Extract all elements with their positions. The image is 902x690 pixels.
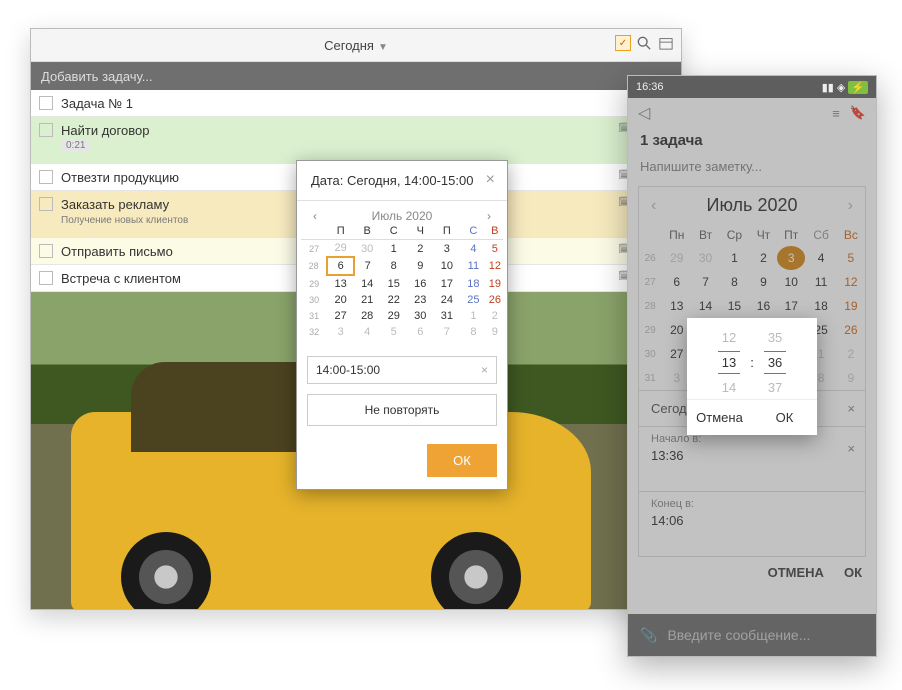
calendar-grid[interactable]: ПВСЧПСВ272930123452867891011122913141516… <box>301 223 503 340</box>
calendar-day[interactable]: 22 <box>380 292 407 308</box>
minute-wheel[interactable]: 353637 <box>764 330 786 395</box>
calendar-day[interactable]: 29 <box>380 308 407 324</box>
calendar-day[interactable]: 29 <box>327 240 354 258</box>
calendar-day[interactable]: 16 <box>407 275 434 292</box>
calendar-day[interactable]: 2 <box>407 240 434 258</box>
tp-ok-button[interactable]: ОК <box>752 400 817 435</box>
tp-cancel-button[interactable]: Отмена <box>687 400 752 435</box>
calendar-day[interactable]: 12 <box>487 257 503 275</box>
calendar-day[interactable]: 20 <box>327 292 354 308</box>
calendar-day[interactable]: 28 <box>354 308 381 324</box>
calendar-day[interactable]: 3 <box>434 240 461 258</box>
calendar-day[interactable]: 25 <box>460 292 487 308</box>
calendar-day[interactable]: 30 <box>354 240 381 258</box>
repeat-button[interactable]: Не повторять <box>307 394 497 426</box>
close-icon[interactable]: × <box>486 171 495 189</box>
date-picker-popup: Дата: Сегодня, 14:00-15:00× ‹Июль 2020› … <box>296 160 508 490</box>
calendar-day[interactable]: 15 <box>380 275 407 292</box>
calendar-day[interactable]: 4 <box>460 240 487 258</box>
calendar-day[interactable]: 26 <box>487 292 503 308</box>
calendar-day[interactable]: 5 <box>487 240 503 258</box>
time-range-input[interactable]: 14:00-15:00× <box>307 356 497 384</box>
calendar-day[interactable]: 10 <box>434 257 461 275</box>
calendar-icon[interactable] <box>657 34 675 52</box>
battery-icon: ⚡ <box>848 81 868 94</box>
clear-icon[interactable]: × <box>481 363 488 377</box>
calendar-day[interactable]: 6 <box>407 324 434 340</box>
calendar-day[interactable]: 27 <box>327 308 354 324</box>
status-bar: 16:36▮▮◈⚡ <box>628 76 876 98</box>
check-toggle-icon[interactable]: ✓ <box>615 35 631 51</box>
calendar-day[interactable]: 13 <box>327 275 354 292</box>
signal-icon: ▮▮ <box>822 81 834 94</box>
calendar-day[interactable]: 9 <box>487 324 503 340</box>
calendar-day[interactable]: 7 <box>354 257 381 275</box>
popup-title: Дата: Сегодня, 14:00-15:00 <box>311 173 473 188</box>
add-task-input[interactable]: Добавить задачу... <box>31 62 681 90</box>
prev-month-icon[interactable]: ‹ <box>313 209 317 223</box>
hour-wheel[interactable]: 121314 <box>718 330 740 395</box>
calendar-day[interactable]: 3 <box>327 324 354 340</box>
phone-window: 16:36▮▮◈⚡ ◁≡🔖 1 задача Напишите заметку.… <box>627 75 877 657</box>
task-row[interactable]: Задача № 1🗓⚑ <box>31 90 681 117</box>
calendar-day[interactable]: 1 <box>460 308 487 324</box>
ok-button[interactable]: ОК <box>427 444 497 477</box>
calendar-day[interactable]: 6 <box>327 257 354 275</box>
calendar-day[interactable]: 24 <box>434 292 461 308</box>
calendar-day[interactable]: 11 <box>460 257 487 275</box>
calendar-day[interactable]: 4 <box>354 324 381 340</box>
calendar-day[interactable]: 31 <box>434 308 461 324</box>
calendar-day[interactable]: 14 <box>354 275 381 292</box>
desktop-header: Сегодня▼ ✓ <box>31 29 681 62</box>
month-label: Июль 2020 <box>372 209 433 223</box>
timer-badge: 0:21 <box>61 139 90 152</box>
calendar-day[interactable]: 5 <box>380 324 407 340</box>
calendar-day[interactable]: 8 <box>460 324 487 340</box>
calendar-day[interactable]: 7 <box>434 324 461 340</box>
calendar-day[interactable]: 18 <box>460 275 487 292</box>
search-icon[interactable] <box>635 34 653 52</box>
calendar-day[interactable]: 23 <box>407 292 434 308</box>
calendar-day[interactable]: 8 <box>380 257 407 275</box>
calendar-day[interactable]: 30 <box>407 308 434 324</box>
task-subtitle: Получение новых клиентов <box>61 215 188 226</box>
calendar-day[interactable]: 9 <box>407 257 434 275</box>
dropdown-arrow-icon: ▼ <box>378 42 388 53</box>
next-month-icon[interactable]: › <box>487 209 491 223</box>
wifi-icon: ◈ <box>837 81 845 94</box>
time-picker-dialog: 121314 : 353637 ОтменаОК <box>687 318 817 435</box>
calendar-day[interactable]: 2 <box>487 308 503 324</box>
calendar-day[interactable]: 21 <box>354 292 381 308</box>
calendar-day[interactable]: 1 <box>380 240 407 258</box>
header-date-label[interactable]: Сегодня▼ <box>324 38 388 53</box>
task-row[interactable]: Найти договор0:21🗓Сегодня <box>31 117 681 164</box>
calendar-day[interactable]: 17 <box>434 275 461 292</box>
calendar-day[interactable]: 19 <box>487 275 503 292</box>
